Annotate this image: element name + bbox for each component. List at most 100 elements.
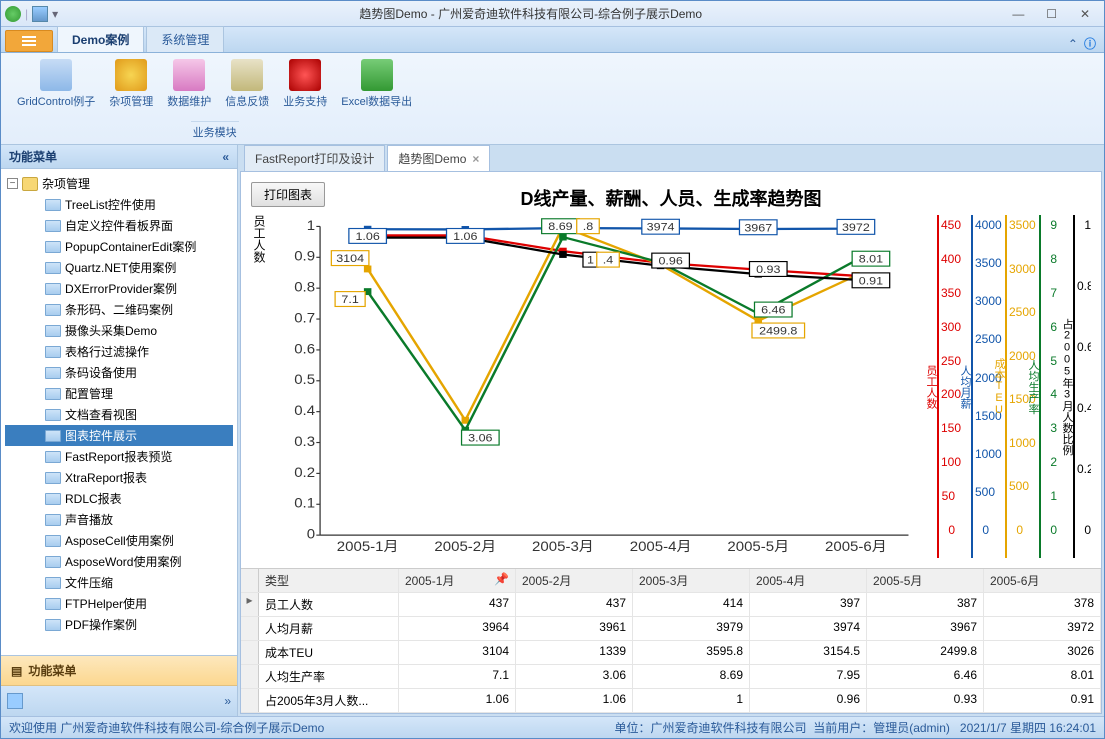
grid-cell[interactable]: 0.93 xyxy=(867,689,984,712)
tree-item-8[interactable]: 条码设备使用 xyxy=(5,362,233,383)
grid-cell-type[interactable]: 人均生产率 xyxy=(259,665,399,688)
tree-item-4[interactable]: DXErrorProvider案例 xyxy=(5,278,233,299)
tree-item-6[interactable]: 摄像头采集Demo xyxy=(5,320,233,341)
grid-cell[interactable]: 437 xyxy=(516,593,633,616)
grid-cell[interactable]: 7.95 xyxy=(750,665,867,688)
sidebar-collapse-icon[interactable]: « xyxy=(222,150,229,164)
tab-demo[interactable]: Demo案例 xyxy=(57,26,144,52)
close-button[interactable]: ✕ xyxy=(1070,5,1100,23)
layout-icon[interactable] xyxy=(32,6,48,22)
grid-cell[interactable]: 3.06 xyxy=(516,665,633,688)
ribbon-collapse-icon[interactable]: ⌃ xyxy=(1068,37,1078,51)
grid-cell-type[interactable]: 人均月薪 xyxy=(259,617,399,640)
tree-item-19[interactable]: FTPHelper使用 xyxy=(5,593,233,614)
grid-cell[interactable]: 3104 xyxy=(399,641,516,664)
grid-cell[interactable]: 437 xyxy=(399,593,516,616)
tree-item-11[interactable]: 图表控件展示 xyxy=(5,425,233,446)
grid-cell[interactable]: 0.96 xyxy=(750,689,867,712)
tree-view[interactable]: − 杂项管理 TreeList控件使用自定义控件看板界面PopupContain… xyxy=(1,169,237,655)
tree-item-5[interactable]: 条形码、二维码案例 xyxy=(5,299,233,320)
grid-cell[interactable]: 1339 xyxy=(516,641,633,664)
tree-item-0[interactable]: TreeList控件使用 xyxy=(5,194,233,215)
tree-item-20[interactable]: PDF操作案例 xyxy=(5,614,233,635)
grid-cell[interactable]: 8.01 xyxy=(984,665,1101,688)
grid-cell[interactable]: 3967 xyxy=(867,617,984,640)
grid-cell[interactable]: 3979 xyxy=(633,617,750,640)
maximize-button[interactable]: ☐ xyxy=(1037,5,1067,23)
tree-item-label: Quartz.NET使用案例 xyxy=(65,259,176,276)
grid-cell[interactable]: 1.06 xyxy=(399,689,516,712)
ribbon-item-4[interactable]: 业务支持 xyxy=(277,57,333,119)
minimize-button[interactable]: — xyxy=(1003,5,1033,23)
ribbon-item-5[interactable]: Excel数据导出 xyxy=(335,57,418,119)
grid-cell-type[interactable]: 占2005年3月人数... xyxy=(259,689,399,712)
grid-header-col2[interactable]: 2005-2月 xyxy=(516,569,633,592)
main-menu-button[interactable] xyxy=(5,30,53,52)
tree-root[interactable]: − 杂项管理 xyxy=(5,173,233,194)
help-icon[interactable]: ⓘ xyxy=(1084,35,1096,52)
tree-item-14[interactable]: RDLC报表 xyxy=(5,488,233,509)
grid-cell-type[interactable]: 员工人数 xyxy=(259,593,399,616)
close-icon[interactable]: × xyxy=(472,152,479,166)
tree-item-7[interactable]: 表格行过滤操作 xyxy=(5,341,233,362)
tree-item-16[interactable]: AsposeCell使用案例 xyxy=(5,530,233,551)
nav-icon[interactable] xyxy=(7,693,23,709)
grid-header-col6[interactable]: 2005-6月 xyxy=(984,569,1101,592)
grid-cell[interactable]: 3972 xyxy=(984,617,1101,640)
table-row[interactable]: 占2005年3月人数...1.061.0610.960.930.91 xyxy=(241,689,1101,713)
grid-cell[interactable]: 3974 xyxy=(750,617,867,640)
tree-item-10[interactable]: 文档查看视图 xyxy=(5,404,233,425)
ribbon-item-0[interactable]: GridControl例子 xyxy=(11,57,101,119)
tree-item-18[interactable]: 文件压缩 xyxy=(5,572,233,593)
grid-cell[interactable]: 3595.8 xyxy=(633,641,750,664)
grid-cell[interactable]: 387 xyxy=(867,593,984,616)
table-row[interactable]: 人均生产率7.13.068.697.956.468.01 xyxy=(241,665,1101,689)
ribbon-item-3[interactable]: 信息反馈 xyxy=(219,57,275,119)
table-row[interactable]: 成本TEU310413393595.83154.52499.83026 xyxy=(241,641,1101,665)
grid-cell[interactable]: 3026 xyxy=(984,641,1101,664)
tree-item-13[interactable]: XtraReport报表 xyxy=(5,467,233,488)
grid-cell[interactable]: 3964 xyxy=(399,617,516,640)
grid-cell[interactable]: 414 xyxy=(633,593,750,616)
overflow-arrow-icon[interactable]: » xyxy=(224,694,231,708)
tree-item-1[interactable]: 自定义控件看板界面 xyxy=(5,215,233,236)
grid-cell[interactable]: 3961 xyxy=(516,617,633,640)
ribbon-item-1[interactable]: 杂项管理 xyxy=(103,57,159,119)
grid-cell[interactable]: 378 xyxy=(984,593,1101,616)
grid-cell[interactable]: 3154.5 xyxy=(750,641,867,664)
tree-item-label: 文件压缩 xyxy=(65,574,113,591)
tree-item-2[interactable]: PopupContainerEdit案例 xyxy=(5,236,233,257)
grid-header-col1[interactable]: 2005-1月📌 xyxy=(399,569,516,592)
grid-header-col3[interactable]: 2005-3月 xyxy=(633,569,750,592)
tree-item-12[interactable]: FastReport报表预览 xyxy=(5,446,233,467)
grid-cell[interactable]: 397 xyxy=(750,593,867,616)
grid-cell[interactable]: 1.06 xyxy=(516,689,633,712)
data-grid[interactable]: 类型 2005-1月📌 2005-2月 2005-3月 2005-4月 2005… xyxy=(241,568,1101,713)
document-tabs: FastReport打印及设计 趋势图Demo × xyxy=(240,147,1102,171)
grid-cell[interactable]: 6.46 xyxy=(867,665,984,688)
doc-tab-trend[interactable]: 趋势图Demo × xyxy=(387,145,490,172)
grid-header-type[interactable]: 类型 xyxy=(259,569,399,592)
expand-icon[interactable]: − xyxy=(7,178,18,189)
tree-item-9[interactable]: 配置管理 xyxy=(5,383,233,404)
row-indicator xyxy=(241,689,259,712)
tree-item-3[interactable]: Quartz.NET使用案例 xyxy=(5,257,233,278)
grid-cell[interactable]: 1 xyxy=(633,689,750,712)
sidebar-section-button[interactable]: ▤ 功能菜单 xyxy=(1,656,237,686)
grid-cell[interactable]: 8.69 xyxy=(633,665,750,688)
ribbon: GridControl例子杂项管理数据维护信息反馈业务支持Excel数据导出 业… xyxy=(1,53,1104,145)
grid-cell[interactable]: 2499.8 xyxy=(867,641,984,664)
tree-item-15[interactable]: 声音播放 xyxy=(5,509,233,530)
table-row[interactable]: ▸员工人数437437414397387378 xyxy=(241,593,1101,617)
doc-tab-fastreport[interactable]: FastReport打印及设计 xyxy=(244,145,385,171)
grid-cell[interactable]: 7.1 xyxy=(399,665,516,688)
tree-item-17[interactable]: AsposeWord使用案例 xyxy=(5,551,233,572)
table-row[interactable]: 人均月薪396439613979397439673972 xyxy=(241,617,1101,641)
grid-header-col4[interactable]: 2005-4月 xyxy=(750,569,867,592)
grid-cell-type[interactable]: 成本TEU xyxy=(259,641,399,664)
tab-system[interactable]: 系统管理 xyxy=(146,26,224,52)
ribbon-item-2[interactable]: 数据维护 xyxy=(161,57,217,119)
grid-cell[interactable]: 0.91 xyxy=(984,689,1101,712)
filter-icon[interactable]: 📌 xyxy=(494,572,509,586)
grid-header-col5[interactable]: 2005-5月 xyxy=(867,569,984,592)
